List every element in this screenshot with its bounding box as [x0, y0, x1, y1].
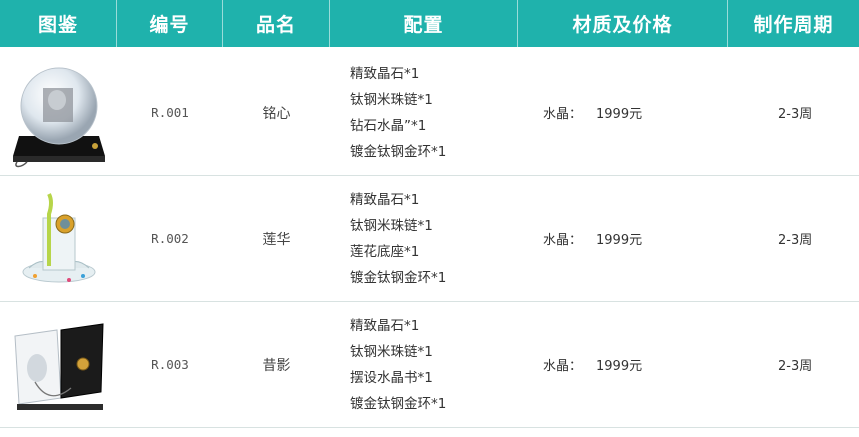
material-label: 水晶： — [543, 359, 583, 374]
product-name: 铭心 — [262, 105, 291, 122]
material-price: 水晶： 1999元 — [518, 50, 728, 175]
material-price: 水晶： 1999元 — [518, 176, 728, 301]
header-config: 配置 — [330, 0, 518, 47]
product-config: 精致晶石*1 钛钢米珠链*1 莲花底座*1 镀金钛钢金环*1 — [330, 176, 518, 301]
config-item: 摆设水晶书*1 — [350, 369, 433, 386]
header-image: 图鉴 — [0, 0, 117, 47]
price-value: 1999元 — [596, 359, 643, 374]
price-value: 1999元 — [596, 107, 643, 122]
production-period: 2-3周 — [778, 359, 813, 374]
table-row: R.002 莲华 精致晶石*1 钛钢米珠链*1 莲花底座*1 镀金钛钢金环*1 … — [0, 176, 859, 302]
product-table: 图鉴 编号 品名 配置 材质及价格 制作周期 R.001 铭心 精致晶石*1 钛… — [0, 0, 859, 437]
crystal-book-image — [0, 302, 117, 427]
header-code: 编号 — [117, 0, 223, 47]
header-name: 品名 — [223, 0, 330, 47]
config-item: 钛钢米珠链*1 — [350, 91, 433, 108]
config-item: 钛钢米珠链*1 — [350, 343, 433, 360]
production-period: 2-3周 — [778, 107, 813, 122]
material-label: 水晶： — [543, 233, 583, 248]
header-material-price: 材质及价格 — [518, 0, 728, 47]
material-price: 水晶： 1999元 — [518, 302, 728, 427]
config-item: 钛钢米珠链*1 — [350, 217, 433, 234]
config-item: 钻石水晶”*1 — [350, 117, 427, 134]
table-row: R.003 昔影 精致晶石*1 钛钢米珠链*1 摆设水晶书*1 镀金钛钢金环*1… — [0, 302, 859, 428]
product-name: 莲华 — [262, 231, 291, 248]
table-header: 图鉴 编号 品名 配置 材质及价格 制作周期 — [0, 0, 859, 47]
config-item: 镀金钛钢金环*1 — [350, 269, 447, 286]
price-value: 1999元 — [596, 233, 643, 248]
crystal-ball-image — [0, 50, 117, 175]
production-period: 2-3周 — [778, 233, 813, 248]
config-item: 精致晶石*1 — [350, 317, 420, 334]
product-code: R.002 — [151, 231, 189, 246]
lotus-crystal-image — [0, 176, 117, 301]
config-item: 莲花底座*1 — [350, 243, 420, 260]
material-label: 水晶： — [543, 107, 583, 122]
product-config: 精致晶石*1 钛钢米珠链*1 钻石水晶”*1 镀金钛钢金环*1 — [330, 50, 518, 175]
header-period: 制作周期 — [753, 14, 834, 36]
product-code: R.003 — [151, 357, 189, 372]
product-code: R.001 — [151, 105, 189, 120]
config-item: 镀金钛钢金环*1 — [350, 395, 447, 412]
table-row: R.001 铭心 精致晶石*1 钛钢米珠链*1 钻石水晶”*1 镀金钛钢金环*1… — [0, 50, 859, 176]
config-item: 精致晶石*1 — [350, 191, 420, 208]
product-name: 昔影 — [262, 357, 291, 374]
config-item: 精致晶石*1 — [350, 65, 420, 82]
config-item: 镀金钛钢金环*1 — [350, 143, 447, 160]
product-config: 精致晶石*1 钛钢米珠链*1 摆设水晶书*1 镀金钛钢金环*1 — [330, 302, 518, 427]
